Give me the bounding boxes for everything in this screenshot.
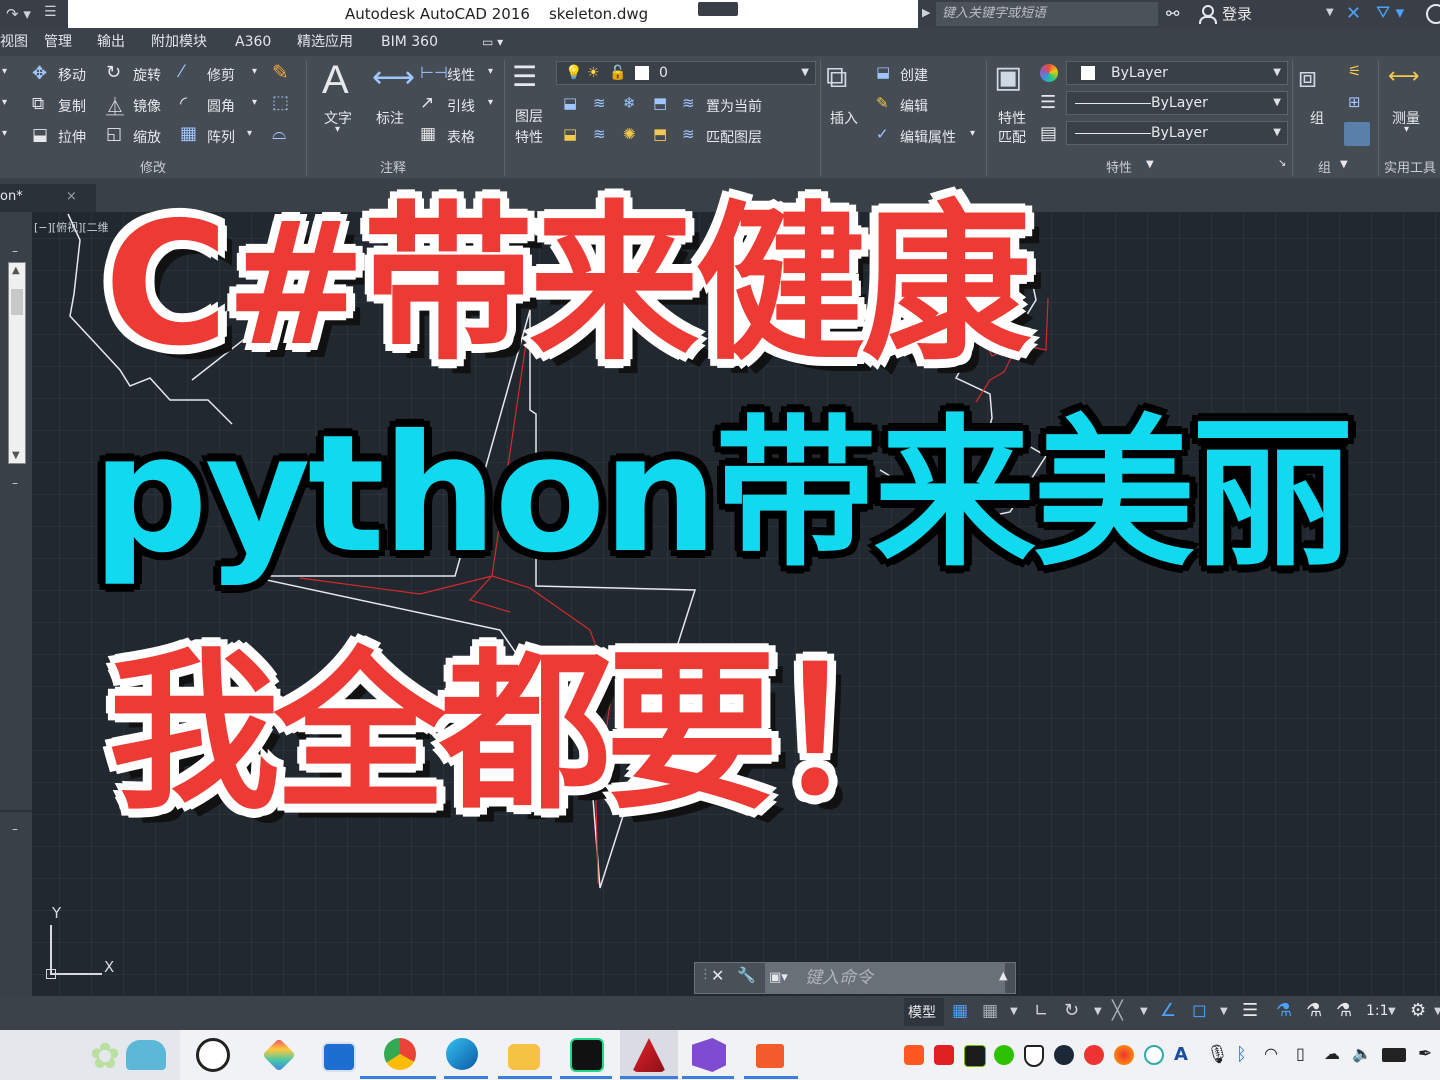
chrome-icon[interactable] bbox=[384, 1038, 416, 1070]
command-prompt-icon[interactable]: ▣▾ bbox=[769, 970, 788, 985]
running-indicator bbox=[498, 1076, 552, 1079]
annotation-scale-icon[interactable]: ⚗ bbox=[1336, 1000, 1352, 1021]
microphone-icon[interactable]: 🎙 bbox=[1206, 1044, 1229, 1065]
overlay-line-3: 我全都要！ bbox=[108, 632, 944, 833]
wifi-icon[interactable]: ◠ bbox=[1264, 1044, 1278, 1063]
tray-app-icon[interactable] bbox=[904, 1045, 924, 1065]
flower-icon[interactable]: ✿ bbox=[90, 1036, 120, 1077]
workspace-gear-icon[interactable]: ⚙ bbox=[1410, 1000, 1426, 1021]
running-indicator bbox=[682, 1076, 734, 1079]
file-explorer-icon[interactable] bbox=[508, 1044, 540, 1070]
weather-widget-icon[interactable] bbox=[126, 1040, 166, 1070]
grid-display-icon[interactable]: ▦ bbox=[952, 1001, 968, 1021]
battery-icon[interactable] bbox=[1382, 1048, 1406, 1062]
ucs-x-axis bbox=[50, 973, 102, 975]
isodraft-icon[interactable]: ╳ bbox=[1112, 1000, 1123, 1021]
object-snap-tracking-icon[interactable]: ∠ bbox=[1160, 1000, 1176, 1021]
polar-tracking-icon[interactable]: ↻ bbox=[1064, 1000, 1079, 1021]
tray-youdao-icon[interactable] bbox=[934, 1045, 954, 1065]
model-space-button[interactable]: 模型 bbox=[908, 1000, 936, 1026]
tray-app4-icon[interactable] bbox=[1144, 1045, 1164, 1065]
ucs-x-label: X bbox=[104, 958, 115, 976]
cloud-icon[interactable]: ☁ bbox=[1324, 1044, 1340, 1063]
overlay-line-2: python带来美丽 bbox=[92, 401, 1354, 589]
edge-icon[interactable] bbox=[446, 1038, 478, 1070]
running-indicator bbox=[444, 1076, 488, 1079]
pycharm-icon[interactable] bbox=[570, 1038, 604, 1072]
scale-dropdown-icon[interactable]: ▼ bbox=[1388, 1006, 1396, 1017]
object-snap-dropdown-icon[interactable]: ▼ bbox=[1220, 1006, 1228, 1017]
ortho-icon[interactable]: ∟ bbox=[1034, 1001, 1048, 1021]
tray-autodesk-icon[interactable]: A bbox=[1174, 1044, 1188, 1065]
ucs-y-label: Y bbox=[52, 904, 62, 922]
workspace-dropdown-icon[interactable]: ▼ bbox=[1434, 1006, 1440, 1017]
auto-scale-icon[interactable]: ⚗ bbox=[1306, 1000, 1322, 1021]
command-input[interactable]: 键入命令 bbox=[765, 963, 1005, 993]
ucs-y-axis bbox=[50, 925, 52, 975]
tray-app2-icon[interactable] bbox=[1084, 1045, 1104, 1065]
wrench-icon[interactable]: 🔧 bbox=[737, 966, 756, 984]
tray-steam-icon[interactable] bbox=[1054, 1045, 1074, 1065]
command-line: ⋮ ✕ 🔧 键入命令 ▣▾ ▲ bbox=[694, 962, 1016, 994]
annotation-scale-value[interactable]: 1:1 bbox=[1366, 1003, 1389, 1019]
powerpoint-icon[interactable] bbox=[756, 1044, 784, 1068]
polar-dropdown-icon[interactable]: ▼ bbox=[1094, 1006, 1102, 1017]
tray-wechat-icon[interactable] bbox=[994, 1045, 1014, 1065]
tray-security-icon[interactable] bbox=[1024, 1045, 1044, 1067]
volume-icon[interactable]: 🔈 bbox=[1352, 1044, 1372, 1063]
snap-mode-icon[interactable]: ▦ bbox=[982, 1001, 998, 1021]
lineweight-display-icon[interactable]: ☰ bbox=[1242, 1000, 1258, 1021]
running-indicator bbox=[560, 1076, 612, 1079]
snap-dropdown-icon[interactable]: ▼ bbox=[1010, 1006, 1018, 1017]
annotation-visibility-icon[interactable]: ⚗ bbox=[1276, 1000, 1292, 1021]
dell-icon[interactable] bbox=[196, 1038, 230, 1072]
command-history-icon[interactable]: ▲ bbox=[999, 969, 1007, 982]
tray-nvidia-icon[interactable] bbox=[964, 1045, 986, 1067]
tray-app3-icon[interactable] bbox=[1114, 1045, 1134, 1065]
close-command-icon[interactable]: ✕ bbox=[711, 966, 724, 985]
overlay-line-1: C#带来健康 bbox=[104, 186, 1031, 384]
bluetooth-icon[interactable]: ᛒ bbox=[1236, 1044, 1247, 1065]
file-explorer-window-icon[interactable] bbox=[322, 1042, 356, 1072]
pen-icon[interactable]: ✒ bbox=[1418, 1044, 1432, 1064]
running-indicator bbox=[620, 1076, 678, 1079]
isodraft-dropdown-icon[interactable]: ▼ bbox=[1140, 1006, 1148, 1017]
running-indicator bbox=[360, 1076, 436, 1079]
ucs-origin-icon bbox=[46, 969, 56, 979]
usb-icon[interactable]: ▯ bbox=[1296, 1044, 1305, 1063]
running-indicator bbox=[744, 1076, 798, 1079]
object-snap-icon[interactable]: ◻ bbox=[1192, 1000, 1207, 1021]
